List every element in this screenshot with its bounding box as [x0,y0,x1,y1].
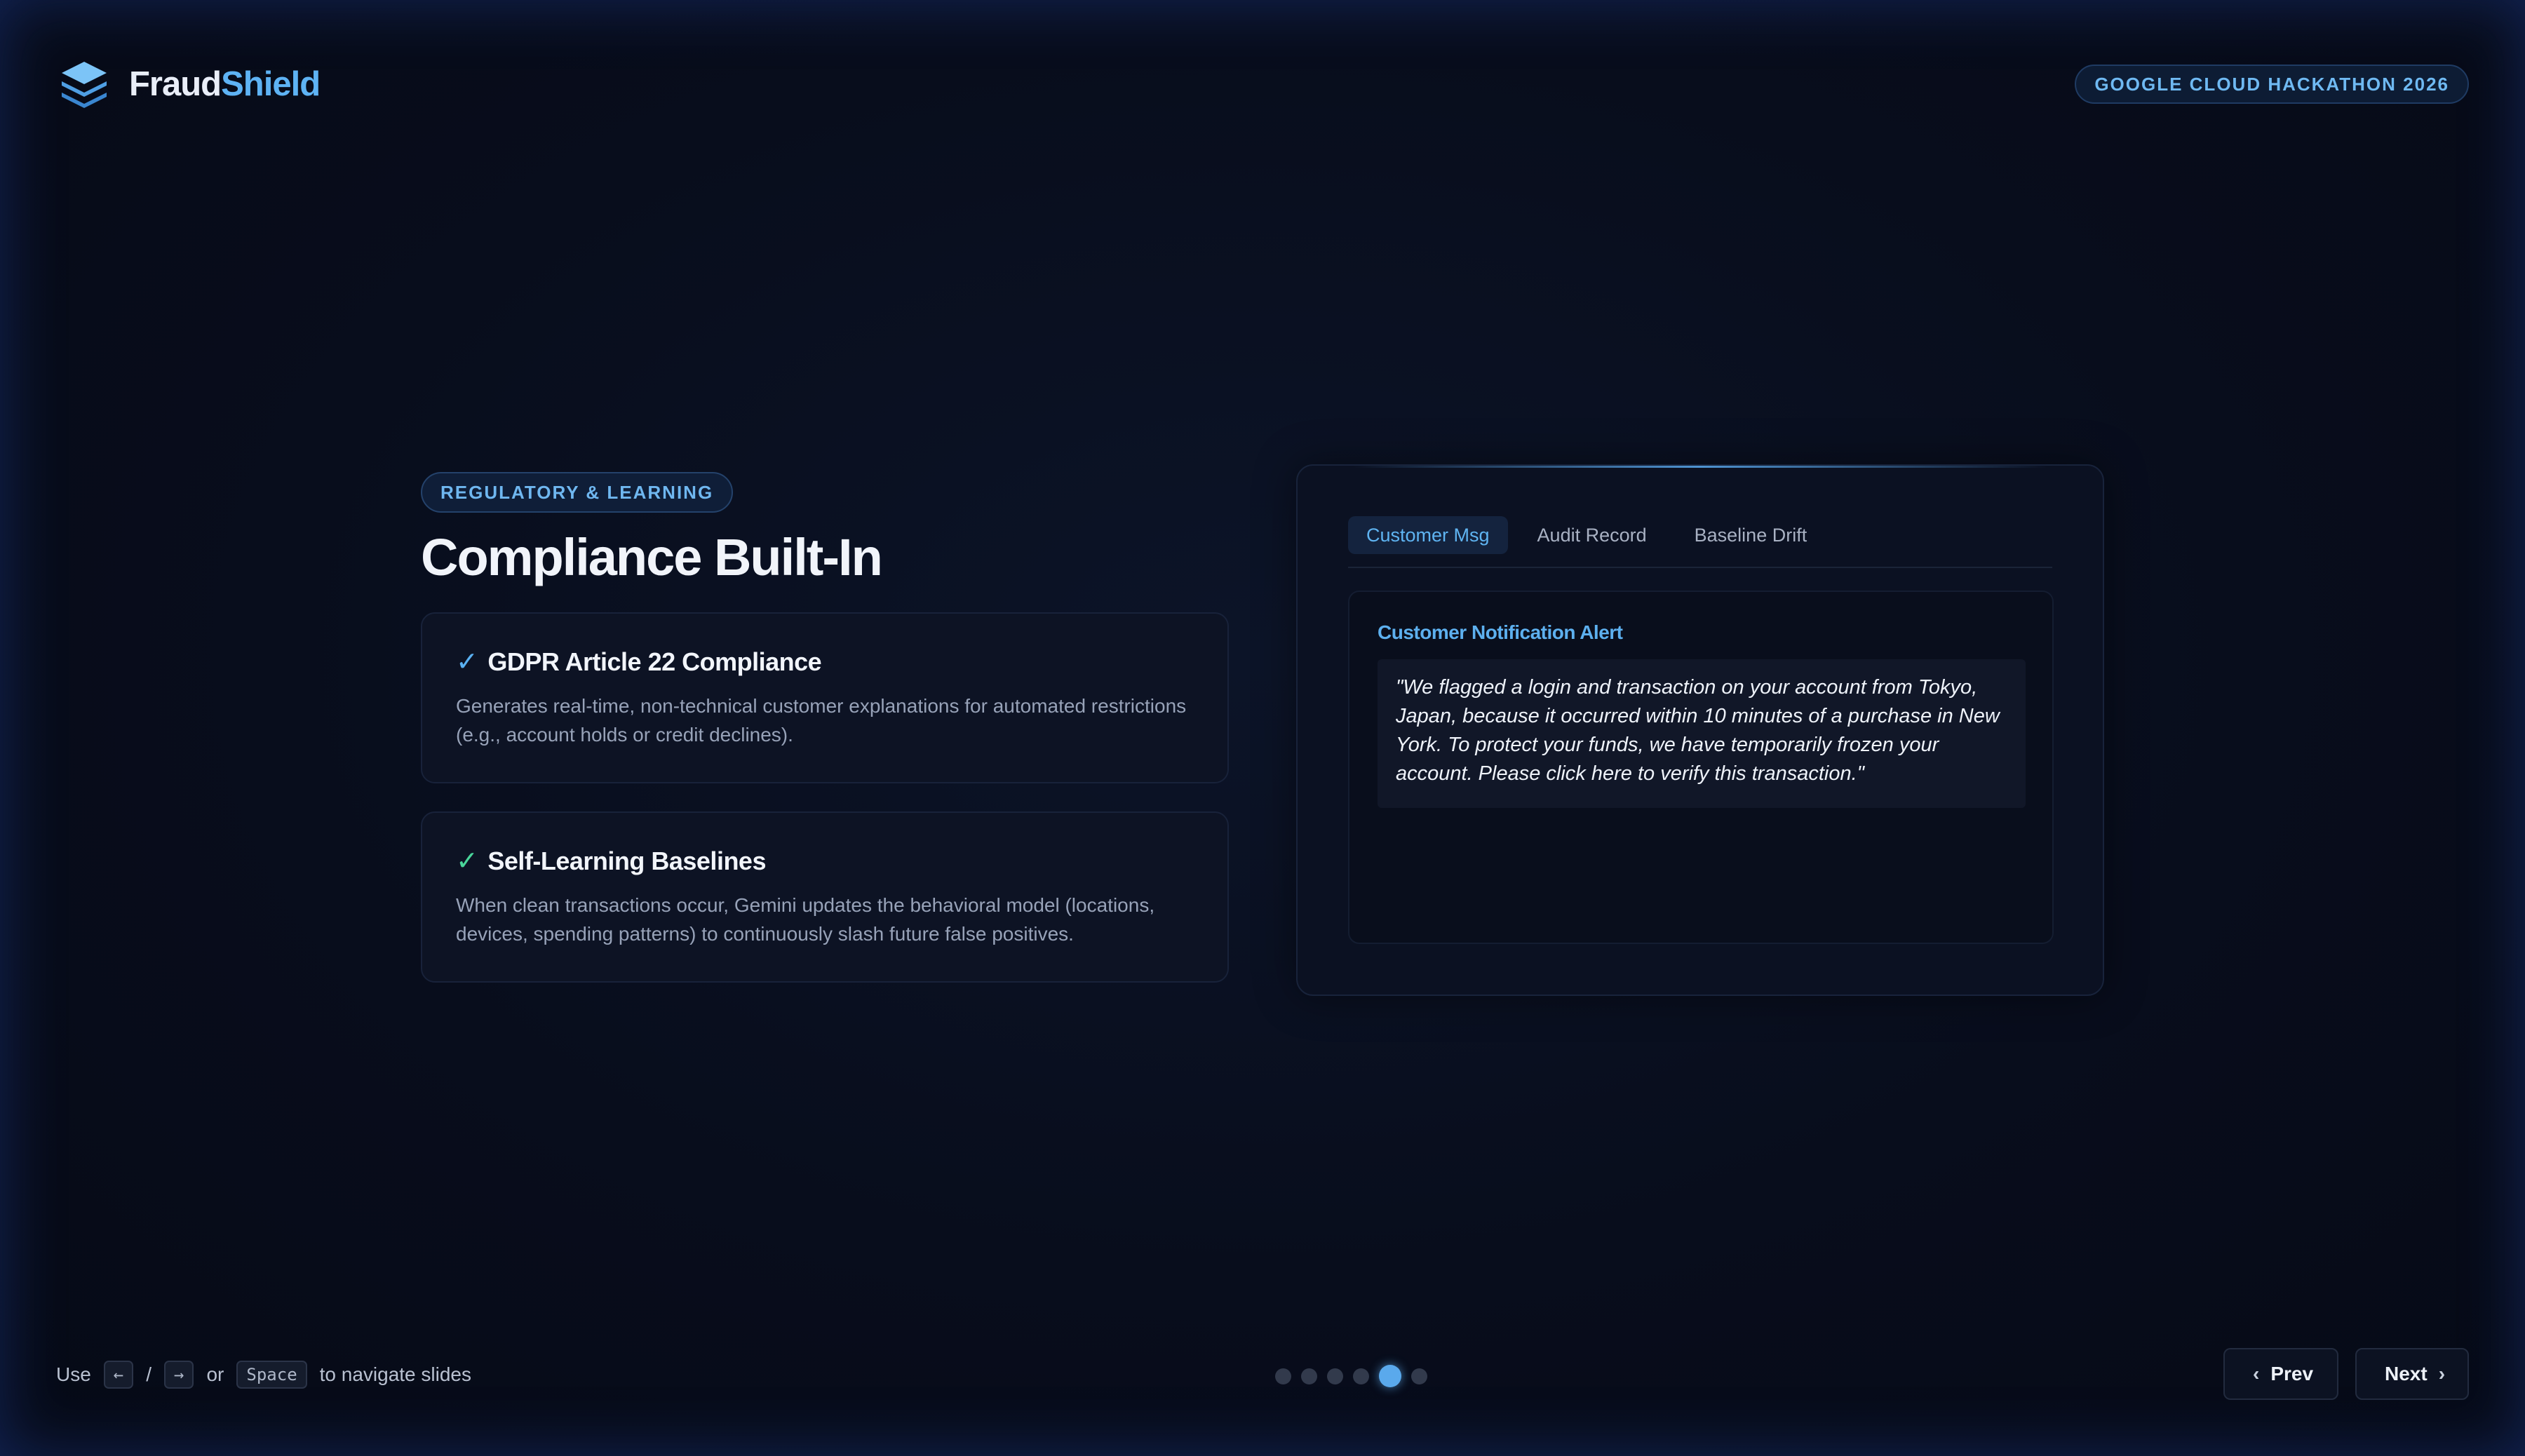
space-key: Space [236,1361,307,1389]
slide-dot-5[interactable] [1379,1365,1401,1387]
slide-dot-1[interactable] [1275,1368,1291,1384]
tab-content: Customer Notification Alert "We flagged … [1348,591,2054,944]
chevron-left-icon: ‹ [2253,1363,2260,1384]
feature-card-title-text: Self-Learning Baselines [487,846,766,875]
brand-name-part1: Fraud [129,65,222,103]
layers-icon [62,62,107,108]
feature-card-gdpr: ✓ GDPR Article 22 Compliance Generates r… [421,612,1229,783]
slide-dot-3[interactable] [1327,1368,1343,1384]
prev-label: Prev [2270,1363,2314,1384]
feature-card-title: ✓ GDPR Article 22 Compliance [456,646,1194,678]
alert-title: Customer Notification Alert [1378,621,1623,643]
feature-card-title-text: GDPR Article 22 Compliance [487,647,822,676]
slide-dot-6[interactable] [1411,1368,1427,1384]
tab-audit-record[interactable]: Audit Record [1519,516,1665,554]
next-label: Next [2385,1363,2428,1384]
tab-baseline-drift[interactable]: Baseline Drift [1676,516,1826,554]
slide-dots [1275,1365,1427,1387]
event-badge: GOOGLE CLOUD HACKATHON 2026 [2075,65,2469,104]
prev-button[interactable]: ‹ Prev [2223,1348,2338,1400]
brand-logo: FraudShield [56,56,321,112]
brand-name-part2: Shield [221,65,321,103]
checkmark-icon: ✓ [456,847,478,876]
navigation-hint: Use ← / → or Space to navigate slides [56,1361,471,1389]
hint-tail: to navigate slides [319,1363,471,1385]
hint-use: Use [56,1363,91,1385]
customer-message: "We flagged a login and transaction on y… [1378,659,2026,808]
slide-dot-4[interactable] [1353,1368,1369,1384]
arrow-right-key: → [164,1361,194,1389]
feature-card-body: Generates real-time, non-technical custo… [456,695,1187,746]
feature-card-self-learning: ✓ Self-Learning Baselines When clean tra… [421,811,1229,983]
slide-dot-2[interactable] [1301,1368,1317,1384]
demo-panel: Customer Msg Audit Record Baseline Drift… [1296,464,2104,996]
panel-tabs: Customer Msg Audit Record Baseline Drift [1348,516,2052,560]
panel-glow-line [1354,466,2047,468]
slide-title: Compliance Built-In [421,528,883,586]
hint-slash: / [146,1363,152,1385]
next-button[interactable]: Next › [2355,1348,2469,1400]
slide-background [0,0,2525,1456]
chevron-right-icon: › [2438,1363,2446,1384]
feature-card-title: ✓ Self-Learning Baselines [456,845,1194,877]
section-tag: REGULATORY & LEARNING [421,472,734,513]
tab-customer-msg[interactable]: Customer Msg [1348,516,1508,554]
arrow-left-key: ← [103,1361,134,1389]
checkmark-icon: ✓ [456,647,478,677]
tabs-divider [1348,567,2052,568]
hint-or: or [206,1363,224,1385]
feature-card-body: When clean transactions occur, Gemini up… [456,894,1155,945]
brand-name: FraudShield [129,65,321,104]
